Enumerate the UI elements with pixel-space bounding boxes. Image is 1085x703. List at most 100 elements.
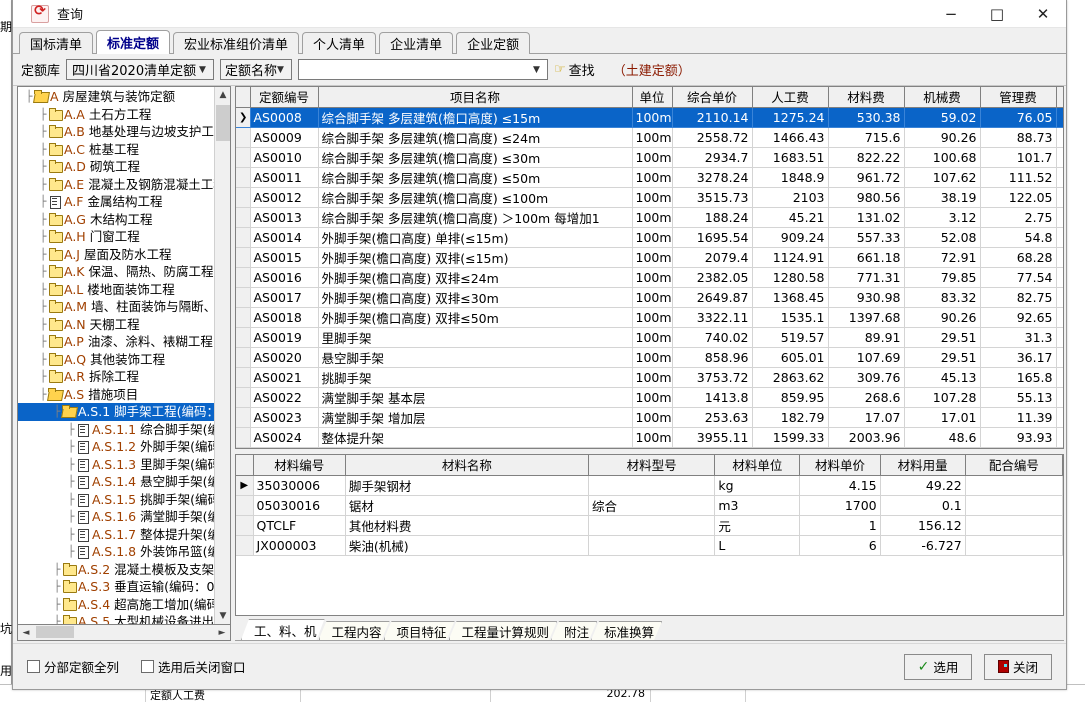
table-row[interactable]: AS0014外脚手架(檐口高度) 单排(≤15m)100m21695.54909…: [236, 227, 1064, 247]
column-header-3[interactable]: 综合单价: [672, 87, 752, 107]
column-header-0[interactable]: 定额编号: [250, 87, 318, 107]
tree-node-5[interactable]: ├A.E混凝土及钢筋混凝土工程: [18, 176, 214, 194]
minimize-icon[interactable]: −: [928, 0, 974, 28]
search-combo[interactable]: ▼: [298, 59, 548, 80]
tree-node-19[interactable]: ├A.S.1.1综合脚手架(编码: [18, 421, 214, 439]
column-header-0[interactable]: 材料编号: [253, 455, 345, 475]
table-row[interactable]: QTCLF其他材料费元1156.12: [236, 515, 1063, 535]
tree-node-14[interactable]: ├A.P油漆、涂料、裱糊工程: [18, 333, 214, 351]
row-marker[interactable]: [236, 495, 253, 515]
table-row[interactable]: AS0015外脚手架(檐口高度) 双排(≤15m)100m22079.41124…: [236, 247, 1064, 267]
row-marker[interactable]: [236, 247, 250, 267]
column-header-7[interactable]: 管理费: [980, 87, 1056, 107]
detail-tab-4[interactable]: 附注: [551, 621, 597, 640]
detail-tab-5[interactable]: 标准换算: [591, 621, 662, 640]
row-marker[interactable]: [236, 187, 250, 207]
tree-node-20[interactable]: ├A.S.1.2外脚手架(编码：: [18, 438, 214, 456]
row-marker[interactable]: [236, 447, 250, 449]
select-button[interactable]: ✓ 选用: [904, 654, 972, 680]
row-marker[interactable]: [236, 367, 250, 387]
row-marker[interactable]: [236, 515, 253, 535]
tree-node-30[interactable]: ├A.S.5大型机械设备进出场: [18, 613, 214, 624]
row-marker[interactable]: [236, 147, 250, 167]
column-header-5[interactable]: 材料用量: [880, 455, 965, 475]
tree-node-23[interactable]: ├A.S.1.5挑脚手架(编码：: [18, 491, 214, 509]
tree-node-6[interactable]: ├A.F金属结构工程: [18, 193, 214, 211]
tree-node-4[interactable]: ├A.D砌筑工程: [18, 158, 214, 176]
table-row[interactable]: JX000003柴油(机械)L6-6.727: [236, 535, 1063, 555]
column-header-6[interactable]: 机械费: [904, 87, 980, 107]
row-marker[interactable]: [236, 327, 250, 347]
table-row[interactable]: AS0022满堂脚手架 基本层100m21413.8859.95268.6107…: [236, 387, 1064, 407]
row-marker[interactable]: [236, 407, 250, 427]
detail-tab-2[interactable]: 项目特征: [384, 621, 455, 640]
table-row[interactable]: AS0011综合脚手架 多层建筑(檐口高度) ≤50m100m23278.241…: [236, 167, 1064, 187]
tree-node-21[interactable]: ├A.S.1.3里脚手架(编码：: [18, 456, 214, 474]
row-marker[interactable]: [236, 267, 250, 287]
column-header-8[interactable]: 利润: [1056, 87, 1064, 107]
tab-4[interactable]: 企业清单: [379, 32, 453, 54]
row-marker[interactable]: [236, 427, 250, 447]
scroll-down-icon[interactable]: ▼: [215, 608, 231, 624]
maximize-icon[interactable]: □: [974, 0, 1020, 28]
table-row[interactable]: AS0017外脚手架(檐口高度) 双排≤30m100m22649.871368.…: [236, 287, 1064, 307]
search-field-select[interactable]: 定额名称 ▼: [220, 59, 292, 80]
table-row[interactable]: AS0020悬空脚手架100m2858.96605.01107.6929.513…: [236, 347, 1064, 367]
tree-node-7[interactable]: ├A.G木结构工程: [18, 211, 214, 229]
column-header-6[interactable]: 配合编号: [965, 455, 1062, 475]
row-marker[interactable]: [236, 535, 253, 555]
tree-node-27[interactable]: ├A.S.2混凝土模板及支架（支: [18, 561, 214, 579]
tree-node-26[interactable]: ├A.S.1.8外装饰吊篮(编码: [18, 543, 214, 561]
tree-node-11[interactable]: ├A.L楼地面装饰工程: [18, 281, 214, 299]
scroll-right-icon[interactable]: ►: [214, 626, 230, 640]
row-marker[interactable]: [236, 207, 250, 227]
table-row[interactable]: AS0021挑脚手架100m3753.722863.62309.7645.131…: [236, 367, 1064, 387]
row-marker[interactable]: [236, 127, 250, 147]
table-row[interactable]: AS0018外脚手架(檐口高度) 双排≤50m100m23322.111535.…: [236, 307, 1064, 327]
tree-scroll-thumb[interactable]: [216, 105, 230, 141]
tree-node-3[interactable]: ├A.C桩基工程: [18, 141, 214, 159]
tab-5[interactable]: 企业定额: [456, 32, 530, 54]
tab-2[interactable]: 宏业标准组价清单: [173, 32, 299, 54]
category-tree[interactable]: ├A房屋建筑与装饰定额├A.A土石方工程├A.B地基处理与边坡支护工程├A.C桩…: [17, 86, 231, 625]
tree-node-10[interactable]: ├A.K保温、隔热、防腐工程: [18, 263, 214, 281]
tree-node-0[interactable]: ├A房屋建筑与装饰定额: [18, 88, 214, 106]
tree-node-16[interactable]: ├A.R拆除工程: [18, 368, 214, 386]
row-marker[interactable]: [236, 307, 250, 327]
row-marker[interactable]: [236, 347, 250, 367]
tree-vertical-scrollbar[interactable]: ▲ ▼: [214, 87, 230, 624]
row-marker[interactable]: [236, 287, 250, 307]
table-row[interactable]: AS0009综合脚手架 多层建筑(檐口高度) ≤24m100m22558.721…: [236, 127, 1064, 147]
detail-tab-0[interactable]: 工、料、机: [241, 619, 325, 640]
table-row[interactable]: AS0025外装饰吊篮100m2545.75178.80282.1426.275…: [236, 447, 1064, 449]
close-after-select-checkbox[interactable]: 选用后关闭窗口: [141, 657, 246, 676]
table-row[interactable]: AS0024整体提升架100m23955.111599.332003.9648.…: [236, 427, 1064, 447]
tree-node-25[interactable]: ├A.S.1.7整体提升架(编码: [18, 526, 214, 544]
column-header-2[interactable]: 单位: [632, 87, 672, 107]
search-input[interactable]: [304, 61, 526, 78]
table-row[interactable]: AS0023满堂脚手架 增加层100m2253.63182.7917.0717.…: [236, 407, 1064, 427]
tree-node-28[interactable]: ├A.S.3垂直运输(编码：011: [18, 578, 214, 596]
detail-tab-1[interactable]: 工程内容: [319, 621, 390, 640]
library-select[interactable]: 四川省2020清单定额 ▼: [66, 59, 214, 80]
tree-node-9[interactable]: ├A.J屋面及防水工程: [18, 246, 214, 264]
tree-node-13[interactable]: ├A.N天棚工程: [18, 316, 214, 334]
tree-horizontal-scrollbar[interactable]: ◄ ►: [17, 625, 231, 641]
tree-node-22[interactable]: ├A.S.1.4悬空脚手架(编码: [18, 473, 214, 491]
all-columns-checkbox[interactable]: 分部定额全列: [27, 657, 119, 676]
table-row[interactable]: AS0012综合脚手架 多层建筑(檐口高度) ≤100m100m23515.73…: [236, 187, 1064, 207]
column-header-4[interactable]: 材料单价: [800, 455, 880, 475]
close-button[interactable]: 关闭: [984, 654, 1052, 680]
column-header-1[interactable]: 项目名称: [318, 87, 632, 107]
quota-grid[interactable]: 定额编号项目名称单位综合单价人工费材料费机械费管理费利润 ❯AS0008综合脚手…: [236, 87, 1064, 449]
scroll-left-icon[interactable]: ◄: [18, 626, 34, 640]
tab-0[interactable]: 国标清单: [19, 32, 93, 54]
tree-node-1[interactable]: ├A.A土石方工程: [18, 106, 214, 124]
material-grid[interactable]: 材料编号材料名称材料型号材料单位材料单价材料用量配合编号 ▶35030006脚手…: [236, 455, 1063, 556]
tree-node-24[interactable]: ├A.S.1.6满堂脚手架(编码: [18, 508, 214, 526]
tree-node-17[interactable]: ├A.S措施项目: [18, 386, 214, 404]
row-marker[interactable]: ▶: [236, 475, 253, 495]
row-marker[interactable]: [236, 167, 250, 187]
tab-1[interactable]: 标准定额: [96, 30, 170, 54]
tree-node-29[interactable]: ├A.S.4超高施工增加(编码：: [18, 596, 214, 614]
